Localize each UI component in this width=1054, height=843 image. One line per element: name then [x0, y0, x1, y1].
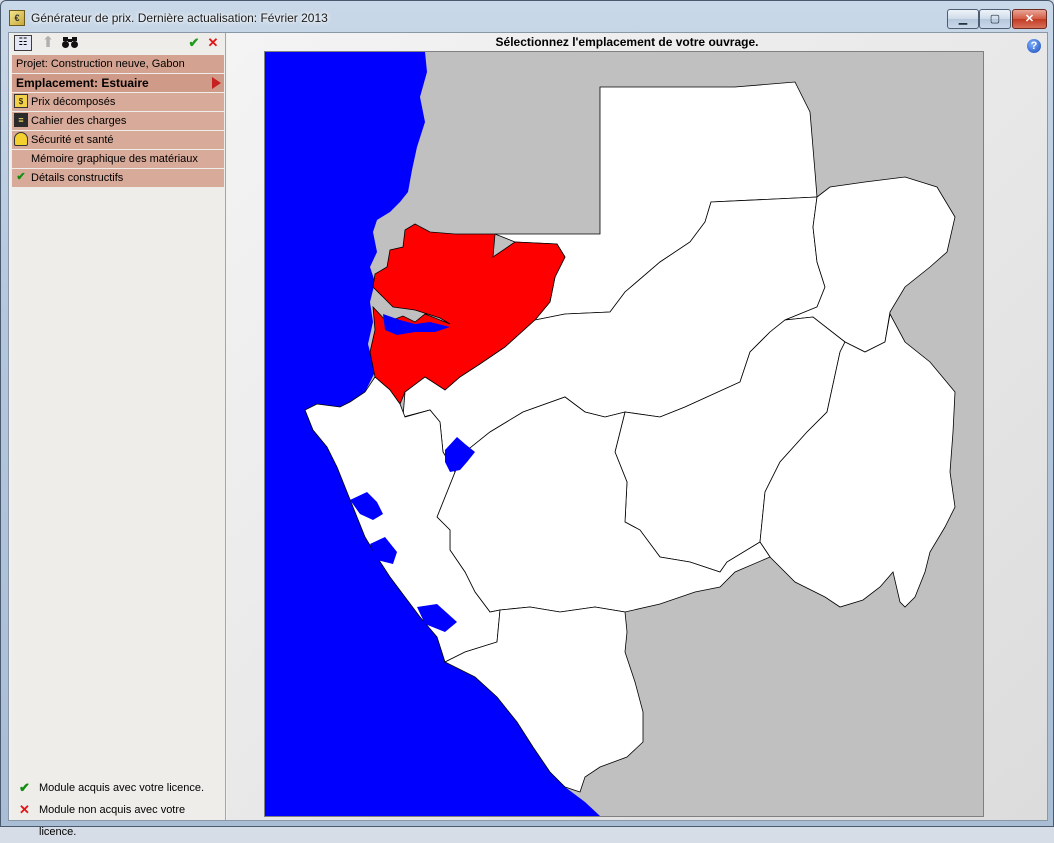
green-check-icon: ✔	[19, 780, 30, 795]
toolbar: ☷ ⬆ ✔ ✕	[11, 33, 225, 54]
close-button[interactable]: ✕	[1012, 9, 1047, 29]
menu-item-label: Prix décomposés	[31, 96, 116, 108]
legend-acquired: ✔ Module acquis avec votre licence.	[17, 777, 225, 799]
legend-acquired-text: Module acquis avec votre licence.	[39, 782, 205, 794]
menu-item-cahier-des-charges[interactable]: ≡ Cahier des charges	[12, 112, 224, 130]
maximize-button[interactable]: ▢	[979, 9, 1011, 29]
map-title: Sélectionnez l'emplacement de votre ouvr…	[495, 35, 759, 49]
menu-item-prix-decomposes[interactable]: $ Prix décomposés	[12, 93, 224, 111]
menu-item-label: Cahier des charges	[31, 115, 127, 127]
up-arrow-icon[interactable]: ⬆	[39, 35, 57, 51]
minimize-button[interactable]: ▁	[947, 9, 979, 29]
window-title: Générateur de prix. Dernière actualisati…	[31, 11, 328, 25]
gabon-map	[265, 52, 983, 816]
module-menu: Projet: Construction neuve, Gabon Emplac…	[12, 55, 224, 188]
cancel-x-icon[interactable]: ✕	[204, 35, 222, 51]
red-x-icon: ✕	[19, 802, 30, 817]
menu-item-securite-sante[interactable]: Sécurité et santé	[12, 131, 224, 149]
price-doc-icon: $	[14, 94, 28, 108]
menu-item-label: Sécurité et santé	[31, 134, 114, 146]
location-label: Emplacement: Estuaire	[16, 76, 149, 90]
title-bar[interactable]: € Générateur de prix. Dernière actualisa…	[1, 1, 1053, 33]
client-area: ☷ ⬆ ✔ ✕ Projet: Construction neuve, Gabo…	[8, 32, 1048, 838]
project-item[interactable]: Projet: Construction neuve, Gabon	[12, 55, 224, 73]
license-legend: ✔ Module acquis avec votre licence. ✕ Mo…	[17, 777, 225, 838]
check-icon: ✔	[16, 171, 26, 183]
location-item[interactable]: Emplacement: Estuaire	[12, 74, 224, 92]
map-frame	[264, 51, 984, 817]
accept-check-icon[interactable]: ✔	[185, 35, 203, 51]
play-arrow-icon	[212, 77, 221, 89]
menu-item-details-constructifs[interactable]: ✔ Détails constructifs	[12, 169, 224, 187]
legend-not-acquired-text: Module non acquis avec votre licence.	[39, 804, 186, 838]
info-icon[interactable]: ☷	[14, 35, 32, 51]
map-area: Sélectionnez l'emplacement de votre ouvr…	[227, 33, 1047, 820]
left-panel: ☷ ⬆ ✔ ✕ Projet: Construction neuve, Gabo…	[11, 33, 226, 838]
menu-item-memoire-graphique[interactable]: Mémoire graphique des matériaux	[12, 150, 224, 168]
legend-not-acquired: ✕ Module non acquis avec votre licence.	[17, 799, 225, 838]
helmet-icon	[14, 132, 28, 146]
app-window: € Générateur de prix. Dernière actualisa…	[0, 0, 1054, 838]
menu-item-label: Mémoire graphique des matériaux	[31, 153, 198, 165]
menu-item-label: Détails constructifs	[31, 172, 124, 184]
help-icon[interactable]: ?	[1027, 39, 1041, 53]
app-icon: €	[9, 10, 25, 26]
book-icon: ≡	[14, 113, 28, 127]
binoculars-icon[interactable]	[61, 35, 79, 51]
